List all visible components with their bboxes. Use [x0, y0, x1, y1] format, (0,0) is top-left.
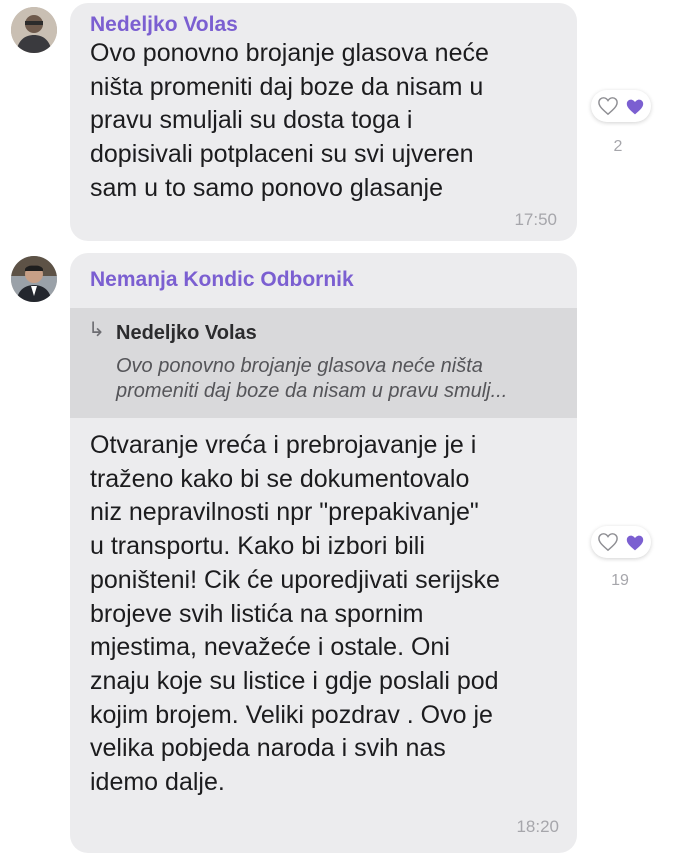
message-line: u transportu. Kako bi izbori bili — [90, 532, 425, 561]
reply-sender-name: Nedeljko Volas — [116, 322, 257, 344]
avatar-nedeljko-volas[interactable] — [11, 7, 57, 53]
message-line: velika pobjeda naroda i svih nas — [90, 734, 446, 763]
message-line: traženo kako bi se dokumentovalo — [90, 464, 470, 493]
message-line: Ovo ponovno brojanje glasova neće — [90, 39, 489, 67]
avatar-nemanja-kondic[interactable] — [11, 256, 57, 302]
message-line: znaju koje su listice i gdje poslali pod — [90, 666, 499, 695]
reaction-pill[interactable] — [591, 526, 651, 558]
sender-name[interactable]: Nemanja Kondic Odbornik — [90, 268, 354, 292]
message-bubble[interactable]: Nedeljko Volas Ovo ponovno brojanje glas… — [70, 3, 577, 241]
heart-outline-icon[interactable] — [597, 532, 619, 552]
message-line: niz nepravilnosti npr "prepakivanje" — [90, 498, 479, 527]
heart-filled-icon — [626, 99, 644, 115]
reaction-count: 2 — [613, 138, 623, 155]
message-line: sam u to samo ponovo glasanje — [90, 173, 443, 202]
message-timestamp: 17:50 — [514, 210, 557, 229]
reaction-count: 19 — [611, 572, 629, 589]
message-line: idemo dalje. — [90, 768, 225, 797]
message-line: Otvaranje vreća i prebrojavanje je i — [90, 431, 477, 459]
reaction-pill[interactable] — [591, 90, 651, 122]
message-line: poništeni! Cik će uporedjivati serijske — [90, 565, 500, 594]
quoted-reply[interactable]: ↳ Nedeljko Volas Ovo ponovno brojanje gl… — [70, 308, 577, 418]
reply-preview-text: Ovo ponovno brojanje glasova neće ništa … — [116, 354, 571, 404]
message-line: ništa promeniti daj boze da nisam u — [90, 72, 484, 101]
message-text: Ovo ponovno brojanje glasova neće ništa … — [90, 37, 570, 206]
message-line: brojeve svih listića na spornim — [90, 599, 424, 628]
message-timestamp: 18:20 — [516, 817, 559, 836]
heart-filled-icon — [626, 535, 644, 551]
message-line: kojim brojem. Veliki pozdrav . Ovo je — [90, 700, 493, 729]
message-text: Otvaranje vreća i prebrojavanje je i tra… — [90, 429, 572, 800]
message-line: mjestima, nevažeće i ostale. Oni — [90, 633, 450, 662]
reply-arrow-icon: ↳ — [88, 319, 105, 341]
reply-line: promeniti daj boze da nisam u pravu smul… — [116, 380, 508, 402]
message-line: pravu smuljali su dosta toga i — [90, 106, 413, 135]
message-bubble[interactable]: Nemanja Kondic Odbornik ↳ Nedeljko Volas… — [70, 253, 577, 853]
sender-name[interactable]: Nedeljko Volas — [90, 13, 238, 37]
message-line: dopisivali potplaceni su svi ujveren — [90, 140, 474, 169]
heart-outline-icon[interactable] — [597, 96, 619, 116]
reply-line: Ovo ponovno brojanje glasova neće ništa — [116, 355, 483, 377]
